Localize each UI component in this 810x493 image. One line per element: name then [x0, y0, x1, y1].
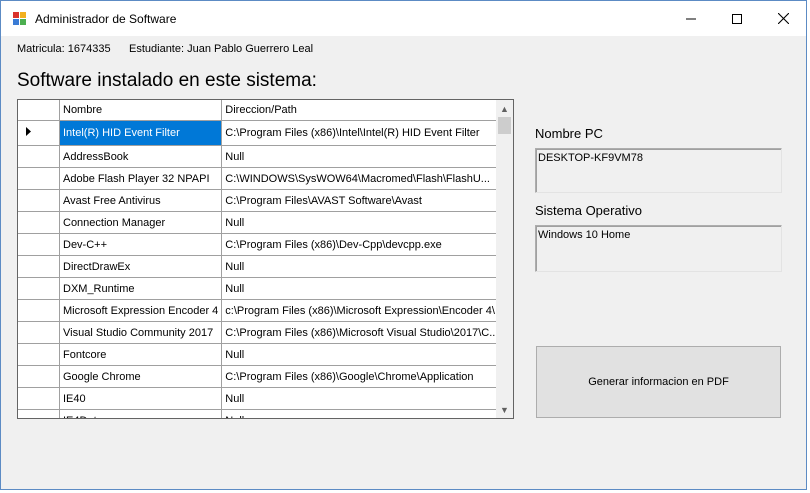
table-row[interactable]: Google Chrome C:\Program Files (x86)\Goog… [18, 365, 503, 388]
generate-pdf-button[interactable]: Generar informacion en PDF [536, 346, 781, 418]
cell-nombre[interactable]: Connection Manager [59, 211, 223, 234]
table-row[interactable]: AddressBook Null [18, 145, 503, 168]
grid-header-row: Nombre Direccion/Path [18, 100, 503, 121]
cell-nombre[interactable]: AddressBook [59, 145, 223, 168]
cell-path[interactable]: Null [221, 409, 503, 418]
table-row[interactable]: DXM_Runtime Null [18, 277, 503, 300]
close-icon [777, 13, 789, 24]
table-row[interactable]: IE40 Null [18, 387, 503, 410]
grid-scrollbar[interactable]: ▲ ▼ [496, 100, 513, 418]
row-header-cell[interactable] [18, 387, 60, 410]
cell-path[interactable]: C:\Program Files (x86)\Google\Chrome\App… [221, 365, 503, 388]
cell-path[interactable]: Null [221, 145, 503, 168]
row-header-cell[interactable] [18, 299, 60, 322]
cell-nombre[interactable]: Google Chrome [59, 365, 223, 388]
cell-nombre[interactable]: DirectDrawEx [59, 255, 223, 278]
cell-path[interactable]: Null [221, 343, 503, 366]
cell-path[interactable]: C:\Program Files (x86)\Microsoft Visual … [221, 321, 503, 344]
cell-nombre[interactable]: IE4Data [59, 409, 223, 418]
table-row[interactable]: IE4DataNull [18, 409, 503, 418]
cell-path[interactable]: Null [221, 211, 503, 234]
minimize-button[interactable] [668, 1, 714, 36]
title-bar[interactable]: Administrador de Software [1, 1, 806, 36]
row-header-cell[interactable] [18, 233, 60, 256]
minimize-icon [686, 18, 696, 19]
table-row[interactable]: Microsoft Expression Encoder 4 c:\Program… [18, 299, 503, 322]
table-row[interactable]: Adobe Flash Player 32 NPAPI C:\WINDOWS\Sy… [18, 167, 503, 190]
row-header-cell[interactable] [18, 277, 60, 300]
grid-corner-cell [18, 100, 60, 121]
cell-nombre[interactable]: Fontcore [59, 343, 223, 366]
row-header-cell[interactable] [18, 189, 60, 212]
cell-nombre[interactable]: Dev-C++ [59, 233, 223, 256]
scroll-up-icon[interactable]: ▲ [496, 100, 513, 117]
maximize-icon [732, 13, 742, 24]
cell-nombre[interactable]: Microsoft Expression Encoder 4 [59, 299, 223, 322]
table-row[interactable]: Avast Free Antivirus C:\Program Files\AVA… [18, 189, 503, 212]
cell-path[interactable]: C:\Program Files (x86)\Intel\Intel(R) HI… [221, 120, 503, 146]
row-header-cell[interactable] [18, 167, 60, 190]
cell-path[interactable]: Null [221, 255, 503, 278]
cell-path[interactable]: C:\Program Files (x86)\Dev-Cpp\devcpp.ex… [221, 233, 503, 256]
row-header-cell[interactable] [18, 145, 60, 168]
cell-nombre[interactable]: IE40 [59, 387, 223, 410]
table-row[interactable]: Intel(R) HID Event Filter C:\Program File… [18, 120, 503, 146]
cell-nombre[interactable]: Visual Studio Community 2017 [59, 321, 223, 344]
cell-nombre[interactable]: DXM_Runtime [59, 277, 223, 300]
sistema-operativo-label: Sistema Operativo [535, 203, 642, 218]
table-row[interactable]: Connection Manager Null [18, 211, 503, 234]
cell-path[interactable]: C:\WINDOWS\SysWOW64\Macromed\Flash\Flash… [221, 167, 503, 190]
nombre-pc-label: Nombre PC [535, 126, 603, 141]
page-title: Software instalado en este sistema: [17, 70, 317, 91]
cell-path[interactable]: c:\Program Files (x86)\Microsoft Express… [221, 299, 503, 322]
estudiante-label: Estudiante: Juan Pablo Guerrero Leal [129, 43, 314, 55]
row-header-cell[interactable] [18, 409, 60, 418]
cell-nombre[interactable]: Intel(R) HID Event Filter [59, 120, 223, 146]
column-header-nombre[interactable]: Nombre [59, 100, 223, 121]
row-header-cell[interactable] [18, 365, 60, 388]
table-row[interactable]: Visual Studio Community 2017 C:\Program F… [18, 321, 503, 344]
row-header-cell[interactable] [18, 211, 60, 234]
row-header-cell[interactable] [18, 321, 60, 344]
row-header-cell[interactable] [18, 255, 60, 278]
row-header-cell[interactable] [18, 120, 60, 146]
main-window: Administrador de Software Matricula: 167… [0, 0, 807, 490]
table-row[interactable]: DirectDrawEx Null [18, 255, 503, 278]
cell-path[interactable]: Null [221, 277, 503, 300]
cell-nombre[interactable]: Adobe Flash Player 32 NPAPI [59, 167, 223, 190]
scroll-down-icon[interactable]: ▼ [496, 401, 513, 418]
cell-nombre[interactable]: Avast Free Antivirus [59, 189, 223, 212]
row-pointer-icon [26, 127, 31, 136]
window-title: Administrador de Software [35, 12, 177, 26]
row-header-cell[interactable] [18, 343, 60, 366]
cell-path[interactable]: Null [221, 387, 503, 410]
close-button[interactable] [760, 1, 806, 36]
app-icon [13, 12, 26, 25]
table-row[interactable]: Dev-C++ C:\Program Files (x86)\Dev-Cpp\de… [18, 233, 503, 256]
maximize-button[interactable] [714, 1, 760, 36]
nombre-pc-field[interactable]: DESKTOP-KF9VM78 [535, 148, 782, 193]
matricula-label: Matricula: 1674335 [17, 43, 111, 55]
cell-path[interactable]: C:\Program Files\AVAST Software\Avast [221, 189, 503, 212]
software-grid[interactable]: Nombre Direccion/Path Intel(R) HID Event… [17, 99, 514, 419]
table-row[interactable]: Fontcore Null [18, 343, 503, 366]
sistema-operativo-field[interactable]: Windows 10 Home [535, 225, 782, 272]
column-header-path[interactable]: Direccion/Path [221, 100, 503, 121]
scroll-thumb[interactable] [498, 117, 511, 134]
